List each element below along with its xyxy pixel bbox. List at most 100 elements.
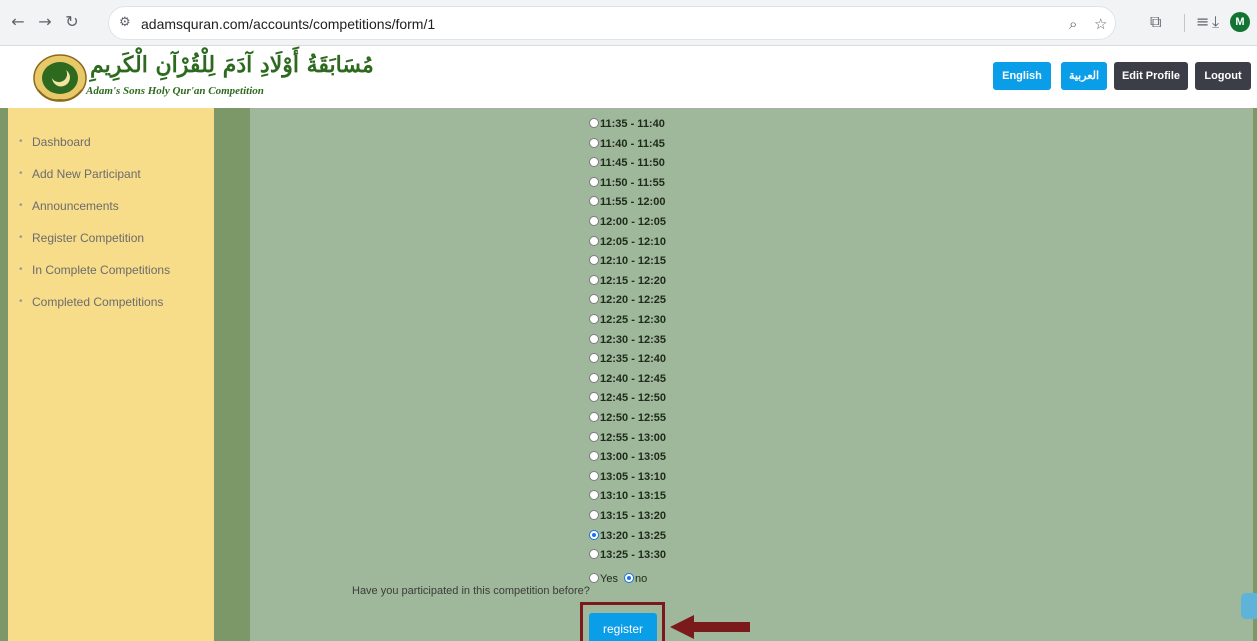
time-slot-option[interactable]: 12:20 - 12:25 — [589, 292, 666, 308]
time-slot-option[interactable]: 12:25 - 12:30 — [589, 312, 666, 328]
time-slot-option[interactable]: 13:15 - 13:20 — [589, 508, 666, 524]
time-slot-option[interactable]: 11:55 - 12:00 — [589, 194, 665, 210]
time-slot-label: 11:55 - 12:00 — [600, 196, 666, 209]
time-slot-radio[interactable] — [589, 510, 599, 520]
time-slot-option[interactable]: 13:20 - 13:25 — [589, 528, 666, 544]
time-slot-radio[interactable] — [589, 255, 599, 266]
time-slot-label: 12:10 - 12:15 — [600, 255, 667, 268]
sidebar-item-announcements[interactable]: Announcements — [8, 198, 214, 230]
no-label: no — [635, 573, 648, 585]
url-text[interactable]: adamsquran.com/accounts/competitions/for… — [141, 16, 435, 32]
competition-form: 11:35 - 11:40 11:40 - 11:45 11:45 - 11:50 1… — [250, 108, 1253, 641]
time-slot-radio[interactable] — [589, 529, 599, 540]
sidebar-item-incomplete-competitions[interactable]: In Complete Competitions — [8, 262, 214, 294]
sidebar-menu: Dashboard Add New Participant Announceme… — [8, 108, 214, 326]
participation-options: Yes no — [589, 573, 647, 585]
logo-emblem-icon — [33, 54, 87, 102]
sidebar: Dashboard Add New Participant Announceme… — [0, 108, 214, 641]
edit-profile-button[interactable]: Edit Profile — [1114, 62, 1188, 90]
yes-label: Yes — [600, 573, 618, 585]
time-slot-radio[interactable] — [589, 176, 599, 187]
time-slot-option[interactable]: 12:50 - 12:55 — [589, 410, 666, 426]
time-slot-radio[interactable] — [589, 157, 599, 168]
arabic-language-button[interactable]: العربية — [1061, 62, 1107, 90]
time-slot-option[interactable]: 12:30 - 12:35 — [589, 332, 666, 348]
time-slot-label: 11:40 - 11:45 — [600, 137, 665, 150]
time-slot-label: 12:35 - 12:40 — [600, 353, 667, 366]
register-button[interactable]: register — [589, 613, 657, 641]
time-slot-option[interactable]: 13:10 - 13:15 — [589, 488, 666, 504]
reload-icon[interactable]: ↻ — [62, 12, 82, 32]
time-slot-label: 11:35 - 11:40 — [600, 118, 665, 130]
time-slot-option[interactable]: 12:05 - 12:10 — [589, 234, 666, 250]
scroll-to-top-tab[interactable] — [1241, 593, 1257, 619]
time-slot-label: 12:15 - 12:20 — [600, 274, 667, 287]
time-slot-option[interactable]: 11:35 - 11:40 — [589, 116, 665, 132]
time-slot-option[interactable]: 12:45 - 12:50 — [589, 390, 666, 406]
pointer-arrow-icon — [670, 615, 750, 639]
time-slot-option[interactable]: 12:35 - 12:40 — [589, 351, 666, 367]
no-radio[interactable] — [624, 573, 635, 583]
time-slot-radio[interactable] — [589, 137, 599, 148]
sidebar-item-completed-competitions[interactable]: Completed Competitions — [8, 294, 214, 326]
time-slot-label: 12:55 - 13:00 — [600, 431, 667, 444]
time-slot-label: 11:50 - 11:55 — [600, 176, 665, 189]
site-header: مُسَابَقَةُ أَوْلَادِ آدَمَ لِلْقُرْآنِ … — [0, 46, 1257, 108]
time-slot-option[interactable]: 12:10 - 12:15 — [589, 253, 666, 269]
time-slot-option[interactable]: 11:45 - 11:50 — [589, 155, 665, 171]
time-slot-label: 12:05 - 12:10 — [600, 235, 667, 248]
time-slot-label: 13:05 - 13:10 — [600, 470, 667, 483]
time-slot-radio[interactable] — [589, 274, 599, 285]
time-slot-radio[interactable] — [589, 333, 599, 344]
time-slot-radio[interactable] — [589, 470, 599, 481]
time-slot-option[interactable]: 11:50 - 11:55 — [589, 175, 665, 191]
time-slot-label: 13:25 - 13:30 — [600, 549, 667, 562]
time-slot-radio[interactable] — [589, 216, 599, 226]
extensions-icon[interactable]: ⧉ — [1150, 12, 1161, 32]
time-slot-radio[interactable] — [589, 118, 599, 128]
time-slot-radio[interactable] — [589, 549, 599, 560]
time-slot-option[interactable]: 13:05 - 13:10 — [589, 469, 666, 485]
right-border — [1253, 108, 1257, 641]
profile-avatar[interactable]: M — [1230, 12, 1250, 32]
time-slot-radio[interactable] — [589, 431, 599, 442]
site-info-icon[interactable]: ⚙ — [119, 15, 131, 30]
time-slot-radio[interactable] — [589, 412, 599, 422]
reading-list-icon[interactable]: ≡ — [1196, 12, 1209, 31]
logout-button[interactable]: Logout — [1195, 62, 1251, 90]
time-slot-option[interactable]: 12:00 - 12:05 — [589, 214, 666, 230]
time-slot-radio[interactable] — [589, 196, 599, 207]
time-slot-radio[interactable] — [589, 392, 599, 403]
time-slot-option[interactable]: 13:25 - 13:30 — [589, 547, 666, 563]
sidebar-item-add-new-participant[interactable]: Add New Participant — [8, 166, 214, 198]
time-slot-radio[interactable] — [589, 451, 599, 462]
time-slot-label: 13:10 - 13:15 — [600, 490, 667, 503]
time-slot-label: 13:15 - 13:20 — [600, 510, 667, 522]
address-bar[interactable]: ⚙ adamsquran.com/accounts/competitions/f… — [108, 6, 1116, 40]
sidebar-item-dashboard[interactable]: Dashboard — [8, 134, 214, 166]
time-slot-radio[interactable] — [589, 314, 599, 324]
time-slot-option[interactable]: 12:15 - 12:20 — [589, 273, 666, 289]
yes-radio[interactable] — [589, 573, 599, 583]
time-slot-label: 12:50 - 12:55 — [600, 412, 667, 424]
forward-icon[interactable]: → — [35, 12, 55, 32]
time-slot-radio[interactable] — [589, 353, 599, 364]
back-icon[interactable]: ← — [8, 12, 28, 32]
logo-arabic-text: مُسَابَقَةُ أَوْلَادِ آدَمَ لِلْقُرْآنِ … — [90, 52, 374, 78]
bookmark-star-icon[interactable]: ☆ — [1094, 15, 1107, 33]
download-icon[interactable]: ⤓ — [1212, 12, 1219, 32]
english-language-button[interactable]: English — [993, 62, 1051, 90]
time-slot-label: 12:20 - 12:25 — [600, 294, 667, 307]
time-slot-radio[interactable] — [589, 372, 599, 383]
time-slot-option[interactable]: 13:00 - 13:05 — [589, 449, 666, 465]
time-slot-radio[interactable] — [589, 235, 599, 246]
zoom-icon[interactable]: ⌕ — [1069, 15, 1077, 33]
sidebar-item-register-competition[interactable]: Register Competition — [8, 230, 214, 262]
participation-question: Have you participated in this competitio… — [352, 585, 590, 597]
time-slot-option[interactable]: 12:40 - 12:45 — [589, 371, 666, 387]
time-slot-radio[interactable] — [589, 490, 599, 501]
site-logo[interactable]: مُسَابَقَةُ أَوْلَادِ آدَمَ لِلْقُرْآنِ … — [30, 50, 374, 104]
time-slot-option[interactable]: 11:40 - 11:45 — [589, 136, 665, 152]
time-slot-option[interactable]: 12:55 - 13:00 — [589, 430, 666, 446]
time-slot-radio[interactable] — [589, 294, 599, 305]
